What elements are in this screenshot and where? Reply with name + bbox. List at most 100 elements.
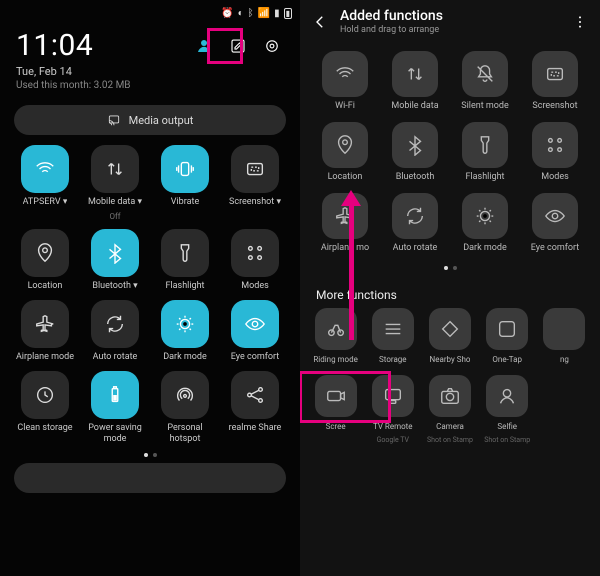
tile-wifi[interactable]: ATPSERV ▾ [12, 145, 78, 221]
silent-icon[interactable] [462, 51, 508, 97]
data-usage-label: Used this month: 3.02 MB [16, 80, 286, 91]
selfie-icon[interactable] [486, 375, 528, 417]
dnd-icon: ◐ [238, 8, 244, 19]
airplane-icon[interactable] [322, 193, 368, 239]
remote-icon[interactable] [372, 375, 414, 417]
screenrec-icon[interactable] [315, 375, 357, 417]
tile-label: One-Tap [492, 354, 522, 365]
settings-gear-icon[interactable] [262, 36, 282, 56]
battery-icon[interactable] [91, 371, 139, 419]
tile-label: Eye comfort [531, 243, 579, 254]
darkmode-icon[interactable] [462, 193, 508, 239]
tile-label: Wi-Fi [335, 101, 355, 112]
tile-camera[interactable]: CameraShot on Stamp [422, 375, 477, 445]
rotate-icon[interactable] [392, 193, 438, 239]
tile-darkmode[interactable]: Dark mode [152, 300, 218, 363]
airplane-icon[interactable] [21, 300, 69, 348]
tile-data[interactable]: Mobile data [382, 51, 448, 112]
tile-battery[interactable]: Power saving mode [82, 371, 148, 445]
tile-hotspot[interactable]: Personal hotspot [152, 371, 218, 445]
tile-airplane[interactable]: Airplane mo [312, 193, 378, 254]
tile-clean[interactable]: Clean storage [12, 371, 78, 445]
tile-modes[interactable]: Modes [522, 122, 588, 183]
tile-vibrate[interactable]: Vibrate [152, 145, 218, 221]
bluetooth-icon[interactable] [91, 229, 139, 277]
eyecomfort-icon[interactable] [231, 300, 279, 348]
tile-onetap[interactable]: One-Tap [480, 308, 535, 365]
data-icon[interactable] [91, 145, 139, 193]
user-icon[interactable] [194, 36, 214, 56]
tile-bluetooth[interactable]: Bluetooth [382, 122, 448, 183]
onetap-icon[interactable] [486, 308, 528, 350]
screenshot-icon[interactable] [231, 145, 279, 193]
ride-icon[interactable] [315, 308, 357, 350]
tile-screenrec[interactable]: Scree [308, 375, 363, 445]
tile-bluetooth[interactable]: Bluetooth ▾ [82, 229, 148, 292]
wifi-icon[interactable] [21, 145, 69, 193]
share-icon[interactable] [231, 371, 279, 419]
bluetooth-icon[interactable] [392, 122, 438, 168]
tile-modes[interactable]: Modes [222, 229, 288, 292]
tile-airplane[interactable]: Airplane mode [12, 300, 78, 363]
more-functions-heading: More functions [300, 280, 600, 308]
blank-icon[interactable] [543, 308, 585, 350]
brightness-slider[interactable] [14, 463, 286, 493]
tile-eyecomfort[interactable]: Eye comfort [522, 193, 588, 254]
media-output-button[interactable]: Media output [14, 105, 286, 135]
nearby-icon[interactable] [429, 308, 471, 350]
darkmode-icon[interactable] [161, 300, 209, 348]
tile-label: ATPSERV ▾ [23, 197, 68, 208]
tile-label: Modes [541, 172, 568, 183]
data-icon[interactable] [392, 51, 438, 97]
tile-darkmode[interactable]: Dark mode [452, 193, 518, 254]
tile-label: Auto rotate [393, 243, 438, 254]
tile-remote[interactable]: TV RemoteGoogle TV [365, 375, 420, 445]
storage-icon[interactable] [372, 308, 414, 350]
tile-screenshot[interactable]: Screenshot ▾ [222, 145, 288, 221]
date-label: Tue, Feb 14 [16, 65, 286, 78]
back-button[interactable] [310, 12, 330, 32]
tile-eyecomfort[interactable]: Eye comfort [222, 300, 288, 363]
location-icon[interactable] [322, 122, 368, 168]
tile-label: Silent mode [461, 101, 509, 112]
edit-tiles-button[interactable] [228, 36, 248, 56]
tile-label: Bluetooth [396, 172, 435, 183]
flashlight-icon[interactable] [161, 229, 209, 277]
tile-label: Dark mode [463, 243, 507, 254]
tile-screenshot[interactable]: Screenshot [522, 51, 588, 112]
tile-label: Personal hotspot [154, 423, 216, 445]
tile-storage[interactable]: Storage [365, 308, 420, 365]
tile-selfie[interactable]: SelfieShot on Stamp [480, 375, 535, 445]
tile-flashlight[interactable]: Flashlight [452, 122, 518, 183]
clean-icon[interactable] [21, 371, 69, 419]
tile-label: Location [28, 281, 63, 292]
vibrate-icon[interactable] [161, 145, 209, 193]
wifi-status-icon: 📶 [258, 8, 270, 19]
tile-wifi[interactable]: Wi-Fi [312, 51, 378, 112]
camera-icon[interactable] [429, 375, 471, 417]
tile-share[interactable]: realme Share [222, 371, 288, 445]
eyecomfort-icon[interactable] [532, 193, 578, 239]
location-icon[interactable] [21, 229, 69, 277]
tile-ride[interactable]: Riding mode [308, 308, 363, 365]
tile-rotate[interactable]: Auto rotate [82, 300, 148, 363]
modes-icon[interactable] [231, 229, 279, 277]
tile-flashlight[interactable]: Flashlight [152, 229, 218, 292]
tile-location[interactable]: Location [12, 229, 78, 292]
tile-blank[interactable]: ng [537, 308, 592, 365]
wifi-icon[interactable] [322, 51, 368, 97]
modes-icon[interactable] [532, 122, 578, 168]
tile-silent[interactable]: Silent mode [452, 51, 518, 112]
tile-location[interactable]: Location [312, 122, 378, 183]
flashlight-icon[interactable] [462, 122, 508, 168]
tile-data[interactable]: Mobile data ▾Off [82, 145, 148, 221]
hotspot-icon[interactable] [161, 371, 209, 419]
tile-nearby[interactable]: Nearby Sho [422, 308, 477, 365]
rotate-icon[interactable] [91, 300, 139, 348]
media-output-label: Media output [129, 114, 194, 127]
tile-label: Location [328, 172, 363, 183]
screenshot-icon[interactable] [532, 51, 578, 97]
more-menu-button[interactable] [570, 14, 590, 30]
bluetooth-status-icon: ᛒ [248, 8, 254, 19]
tile-rotate[interactable]: Auto rotate [382, 193, 448, 254]
